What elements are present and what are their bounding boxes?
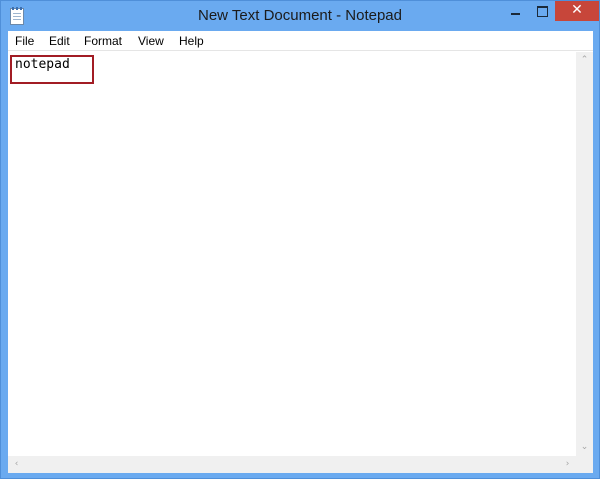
- highlight-box: [10, 55, 94, 84]
- text-editor[interactable]: notepad: [8, 52, 576, 456]
- menu-bar: File Edit Format View Help: [8, 31, 593, 51]
- menu-help[interactable]: Help: [179, 34, 204, 48]
- title-bar[interactable]: New Text Document - Notepad ✕: [1, 1, 599, 31]
- scrollbar-corner: [576, 456, 593, 473]
- menu-view[interactable]: View: [138, 34, 164, 48]
- menu-edit[interactable]: Edit: [49, 34, 70, 48]
- close-icon: ✕: [571, 2, 583, 18]
- client-area: File Edit Format View Help notepad ⌃ ⌄ ‹…: [8, 31, 593, 473]
- scroll-left-icon[interactable]: ‹: [8, 456, 25, 473]
- notepad-window: New Text Document - Notepad ✕ File Edit …: [0, 0, 600, 479]
- maximize-button[interactable]: [529, 1, 555, 21]
- vertical-scrollbar[interactable]: ⌃ ⌄: [576, 52, 593, 456]
- close-button[interactable]: ✕: [555, 1, 599, 21]
- scroll-down-icon[interactable]: ⌄: [576, 439, 593, 456]
- minimize-button[interactable]: [502, 1, 529, 21]
- scroll-right-icon[interactable]: ›: [559, 456, 576, 473]
- menu-file[interactable]: File: [15, 34, 34, 48]
- scroll-up-icon[interactable]: ⌃: [576, 52, 593, 69]
- menu-format[interactable]: Format: [84, 34, 122, 48]
- horizontal-scrollbar[interactable]: ‹ ›: [8, 456, 576, 473]
